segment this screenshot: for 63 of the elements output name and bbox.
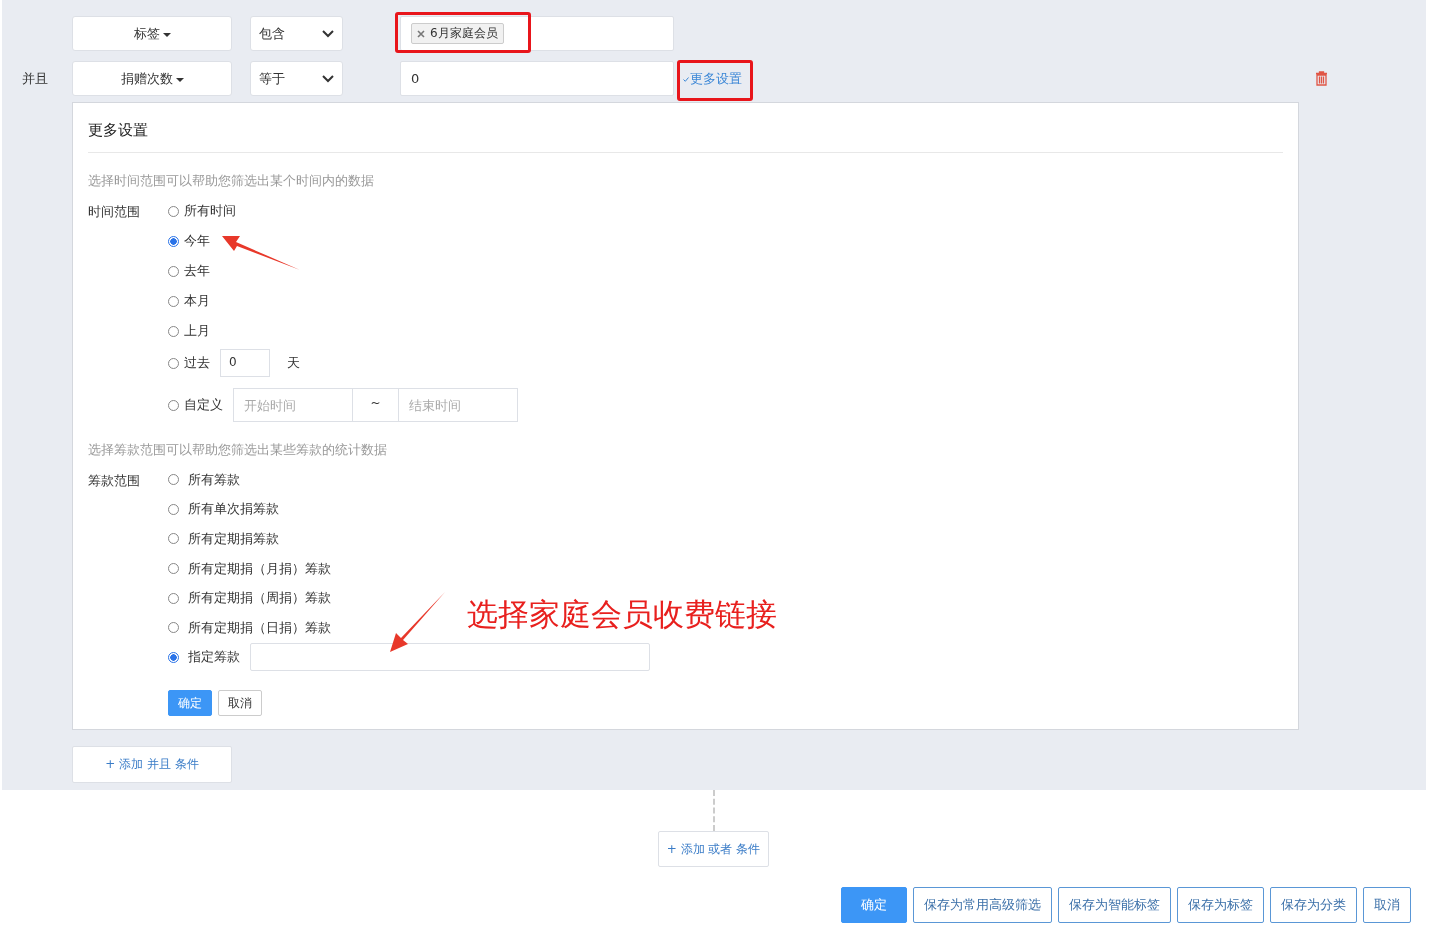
remove-icon[interactable] xyxy=(417,29,425,38)
option-label: 去年 xyxy=(184,262,210,280)
option-label: 所有时间 xyxy=(184,202,236,220)
footer-button[interactable]: 保存为标签 xyxy=(1177,887,1264,923)
connector-label: 并且 xyxy=(22,70,48,86)
fund-input-field[interactable] xyxy=(250,643,650,672)
option-label: 自定义 xyxy=(184,396,223,414)
caret-icon xyxy=(175,78,184,82)
radio-button[interactable] xyxy=(168,325,179,337)
radio-button[interactable] xyxy=(168,651,179,663)
confirm-button[interactable]: 确定 xyxy=(168,690,212,717)
radio-button[interactable] xyxy=(168,205,179,217)
radio-button[interactable] xyxy=(168,592,179,604)
chevron-down-icon xyxy=(322,74,334,83)
field-dropdown[interactable]: 捐赠次数 xyxy=(72,61,232,96)
add-and-condition-button[interactable]: + 添加 并且 条件 xyxy=(72,746,232,783)
footer-button[interactable]: 确定 xyxy=(841,887,907,923)
add-or-condition-button[interactable]: + 添加 或者 条件 xyxy=(658,831,769,867)
cancel-button[interactable]: 取消 xyxy=(218,690,262,717)
option-label: 上月 xyxy=(184,322,210,340)
option-label: 所有定期捐筹款 xyxy=(188,530,279,548)
caret-icon xyxy=(162,33,171,37)
unit-label: 天 xyxy=(287,354,300,372)
field-dropdown[interactable]: 标签 xyxy=(72,16,232,51)
radio-button[interactable] xyxy=(168,503,179,515)
tag-chip: 6月家庭会员 xyxy=(411,23,504,44)
field-label: 筹款范围 xyxy=(88,472,141,490)
days-input-field[interactable]: 0 xyxy=(220,349,270,377)
more-settings-link[interactable]: 更多设置 xyxy=(683,70,742,86)
value-input-field[interactable]: 0 xyxy=(400,61,674,96)
footer-button[interactable]: 保存为常用高级筛选 xyxy=(913,887,1052,923)
range-separator: ~ xyxy=(370,396,381,410)
trash-icon[interactable] xyxy=(1315,71,1328,86)
option-label: 过去 xyxy=(184,354,210,372)
radio-button[interactable] xyxy=(168,622,179,634)
hint-text: 选择时间范围可以帮助您筛选出某个时间内的数据 xyxy=(88,173,375,190)
radio-button[interactable] xyxy=(168,295,179,307)
option-label: 指定筹款 xyxy=(188,648,240,667)
radio-button[interactable] xyxy=(168,265,179,277)
footer-button[interactable]: 取消 xyxy=(1363,887,1411,923)
option-label: 所有单次捐筹款 xyxy=(188,500,279,519)
option-label: 所有定期捐（周捐）筹款 xyxy=(188,589,331,608)
chevron-down-icon xyxy=(322,29,334,38)
footer-button[interactable]: 保存为智能标签 xyxy=(1058,887,1171,923)
option-label: 所有定期捐（月捐）筹款 xyxy=(188,559,331,578)
panel-title: 更多设置 xyxy=(88,103,1283,153)
radio-button[interactable] xyxy=(168,533,179,545)
option-label: 本月 xyxy=(184,292,210,310)
radio-button[interactable] xyxy=(168,235,179,247)
operator-select[interactable]: 等于 xyxy=(250,61,343,96)
field-label: 时间范围 xyxy=(88,203,141,221)
annotation-text: 选择家庭会员收费链接 xyxy=(467,595,777,634)
operator-select[interactable]: 包含 xyxy=(250,16,343,51)
radio-button[interactable] xyxy=(168,474,179,486)
hint-text: 选择筹款范围可以帮助您筛选出某些筹款的统计数据 xyxy=(88,442,388,459)
option-label: 今年 xyxy=(184,232,210,250)
check-icon xyxy=(683,76,689,82)
radio-button[interactable] xyxy=(168,399,179,411)
footer-button[interactable]: 保存为分类 xyxy=(1270,887,1357,923)
option-label: 所有定期捐（日捐）筹款 xyxy=(188,618,331,637)
radio-button[interactable] xyxy=(168,563,179,575)
option-label: 所有筹款 xyxy=(188,470,240,489)
radio-button[interactable] xyxy=(168,357,179,369)
